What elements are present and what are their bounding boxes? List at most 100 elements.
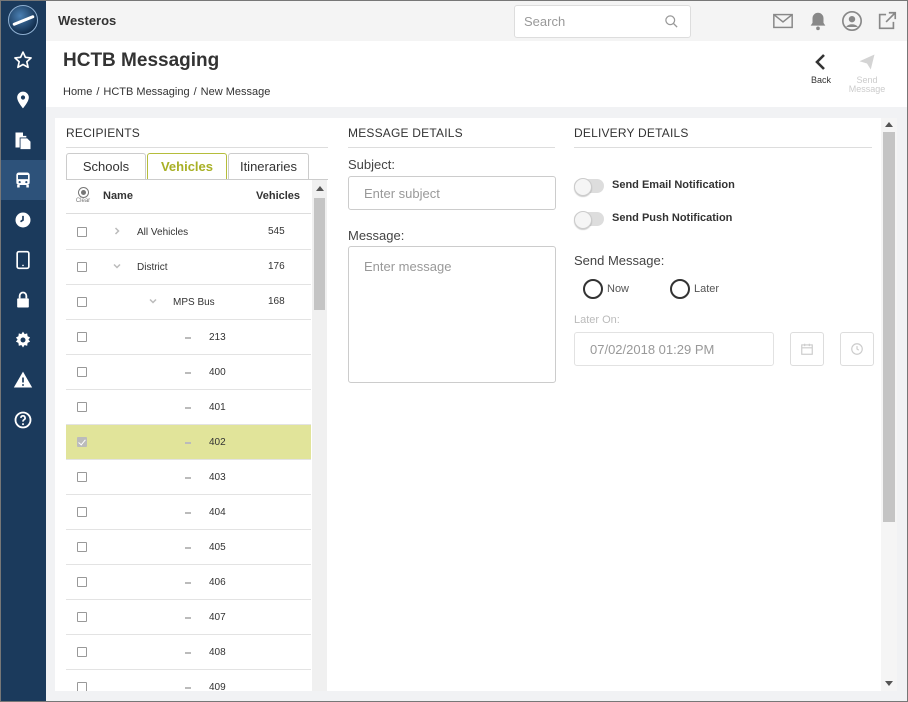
chevron-right-icon[interactable] (113, 227, 121, 235)
table-row[interactable]: 213 (66, 320, 311, 355)
clock-icon (851, 343, 863, 355)
column-header-vehicles[interactable]: Vehicles (256, 190, 300, 202)
row-checkbox[interactable] (77, 682, 87, 691)
bus-icon[interactable] (0, 160, 46, 200)
message-details-title: MESSAGE DETAILS (348, 126, 463, 140)
clock-icon[interactable] (0, 200, 46, 240)
table-row[interactable]: MPS Bus 168 (66, 285, 311, 320)
table-row[interactable]: 404 (66, 495, 311, 530)
help-icon[interactable] (0, 400, 46, 440)
table-row[interactable]: 402 (66, 425, 311, 460)
subject-input[interactable] (348, 176, 556, 210)
send-later-label: Later (694, 283, 720, 295)
row-checkbox[interactable] (77, 367, 87, 377)
back-button[interactable]: Back (803, 53, 839, 85)
row-checkbox[interactable] (77, 577, 87, 587)
table-row[interactable]: 408 (66, 635, 311, 670)
row-checkbox[interactable] (77, 402, 87, 412)
table-row[interactable]: District 176 (66, 250, 311, 285)
bell-icon[interactable] (807, 10, 829, 32)
row-name: 403 (209, 472, 226, 483)
location-pin-icon[interactable] (0, 80, 46, 120)
grid-scrollbar[interactable] (312, 180, 327, 691)
table-row[interactable]: 407 (66, 600, 311, 635)
tab-schools[interactable]: Schools (66, 153, 146, 179)
row-checkbox[interactable] (77, 542, 87, 552)
leaf-dash-icon (185, 372, 191, 374)
table-row[interactable]: 405 (66, 530, 311, 565)
tablet-icon[interactable] (0, 240, 46, 280)
breadcrumb-home[interactable]: Home (63, 86, 92, 98)
table-row[interactable]: All Vehicles 545 (66, 215, 311, 250)
later-on-label: Later On: (574, 314, 620, 326)
table-row[interactable]: 401 (66, 390, 311, 425)
chevron-down-icon[interactable] (113, 262, 121, 270)
row-checkbox[interactable] (77, 332, 87, 342)
row-checkbox[interactable] (77, 262, 87, 272)
row-checkbox[interactable] (77, 647, 87, 657)
row-checkbox[interactable] (77, 472, 87, 482)
row-checkbox[interactable] (77, 612, 87, 622)
user-account-icon[interactable] (841, 10, 863, 32)
search-input[interactable] (524, 6, 664, 36)
clear-selection-button[interactable]: Clear (75, 187, 91, 204)
table-row[interactable]: 409 (66, 670, 311, 691)
send-now-radio[interactable] (583, 279, 603, 299)
send-message-label: Send Message: (574, 253, 665, 268)
chevron-down-icon[interactable] (149, 297, 157, 305)
row-name: 408 (209, 647, 226, 658)
table-row[interactable]: 400 (66, 355, 311, 390)
calendar-icon (801, 343, 813, 355)
column-header-name[interactable]: Name (103, 190, 133, 202)
message-textarea[interactable] (348, 246, 556, 383)
page-scrollbar-thumb[interactable] (883, 132, 895, 522)
send-icon (859, 54, 875, 70)
recipients-title: RECIPIENTS (66, 126, 141, 140)
breadcrumb-hctb-messaging[interactable]: HCTB Messaging (103, 86, 189, 98)
row-checkbox[interactable] (77, 507, 87, 517)
push-notification-toggle[interactable] (574, 211, 604, 229)
warning-icon[interactable] (0, 360, 46, 400)
leaf-dash-icon (185, 617, 191, 619)
mail-icon[interactable] (772, 10, 794, 32)
push-notification-label: Send Push Notification (612, 212, 733, 224)
tab-itineraries[interactable]: Itineraries (228, 153, 309, 179)
app-logo[interactable] (8, 5, 38, 35)
send-later-radio[interactable] (670, 279, 690, 299)
later-on-datetime-input[interactable] (574, 332, 774, 366)
vehicles-grid: Clear Name Vehicles All Vehicles 545 Distr… (66, 179, 328, 691)
leaf-dash-icon (185, 582, 191, 584)
table-row[interactable]: 403 (66, 460, 311, 495)
page-scrollbar[interactable] (881, 118, 897, 691)
row-name: 409 (209, 682, 226, 691)
row-checkbox[interactable] (77, 227, 87, 237)
page-scroll-down-icon[interactable] (885, 681, 893, 686)
table-row[interactable]: 406 (66, 565, 311, 600)
time-button[interactable] (840, 332, 874, 366)
tab-vehicles[interactable]: Vehicles (147, 153, 227, 179)
email-notification-toggle[interactable] (574, 178, 604, 196)
lock-icon[interactable] (0, 280, 46, 320)
documents-icon[interactable] (0, 120, 46, 160)
scroll-up-icon[interactable] (316, 186, 324, 191)
search-box[interactable] (514, 5, 691, 38)
page-scroll-up-icon[interactable] (885, 122, 893, 127)
external-link-icon[interactable] (876, 10, 898, 32)
leaf-dash-icon (185, 442, 191, 444)
calendar-button[interactable] (790, 332, 824, 366)
recipient-tabs: Schools Vehicles Itineraries (66, 153, 310, 179)
row-checkbox[interactable] (77, 437, 87, 447)
search-icon[interactable] (664, 14, 679, 29)
sidebar (0, 0, 46, 702)
star-icon[interactable] (0, 40, 46, 80)
grid-scrollbar-thumb[interactable] (314, 198, 325, 310)
row-checkbox[interactable] (77, 297, 87, 307)
clear-icon (77, 187, 89, 198)
row-name: MPS Bus (173, 297, 215, 308)
delivery-details-title: DELIVERY DETAILS (574, 126, 689, 140)
breadcrumb: Home / HCTB Messaging / New Message (63, 86, 271, 98)
message-label: Message: (348, 228, 405, 243)
send-message-button[interactable]: Send Message (848, 53, 886, 94)
gear-icon[interactable] (0, 320, 46, 360)
send-now-label: Now (607, 283, 630, 295)
